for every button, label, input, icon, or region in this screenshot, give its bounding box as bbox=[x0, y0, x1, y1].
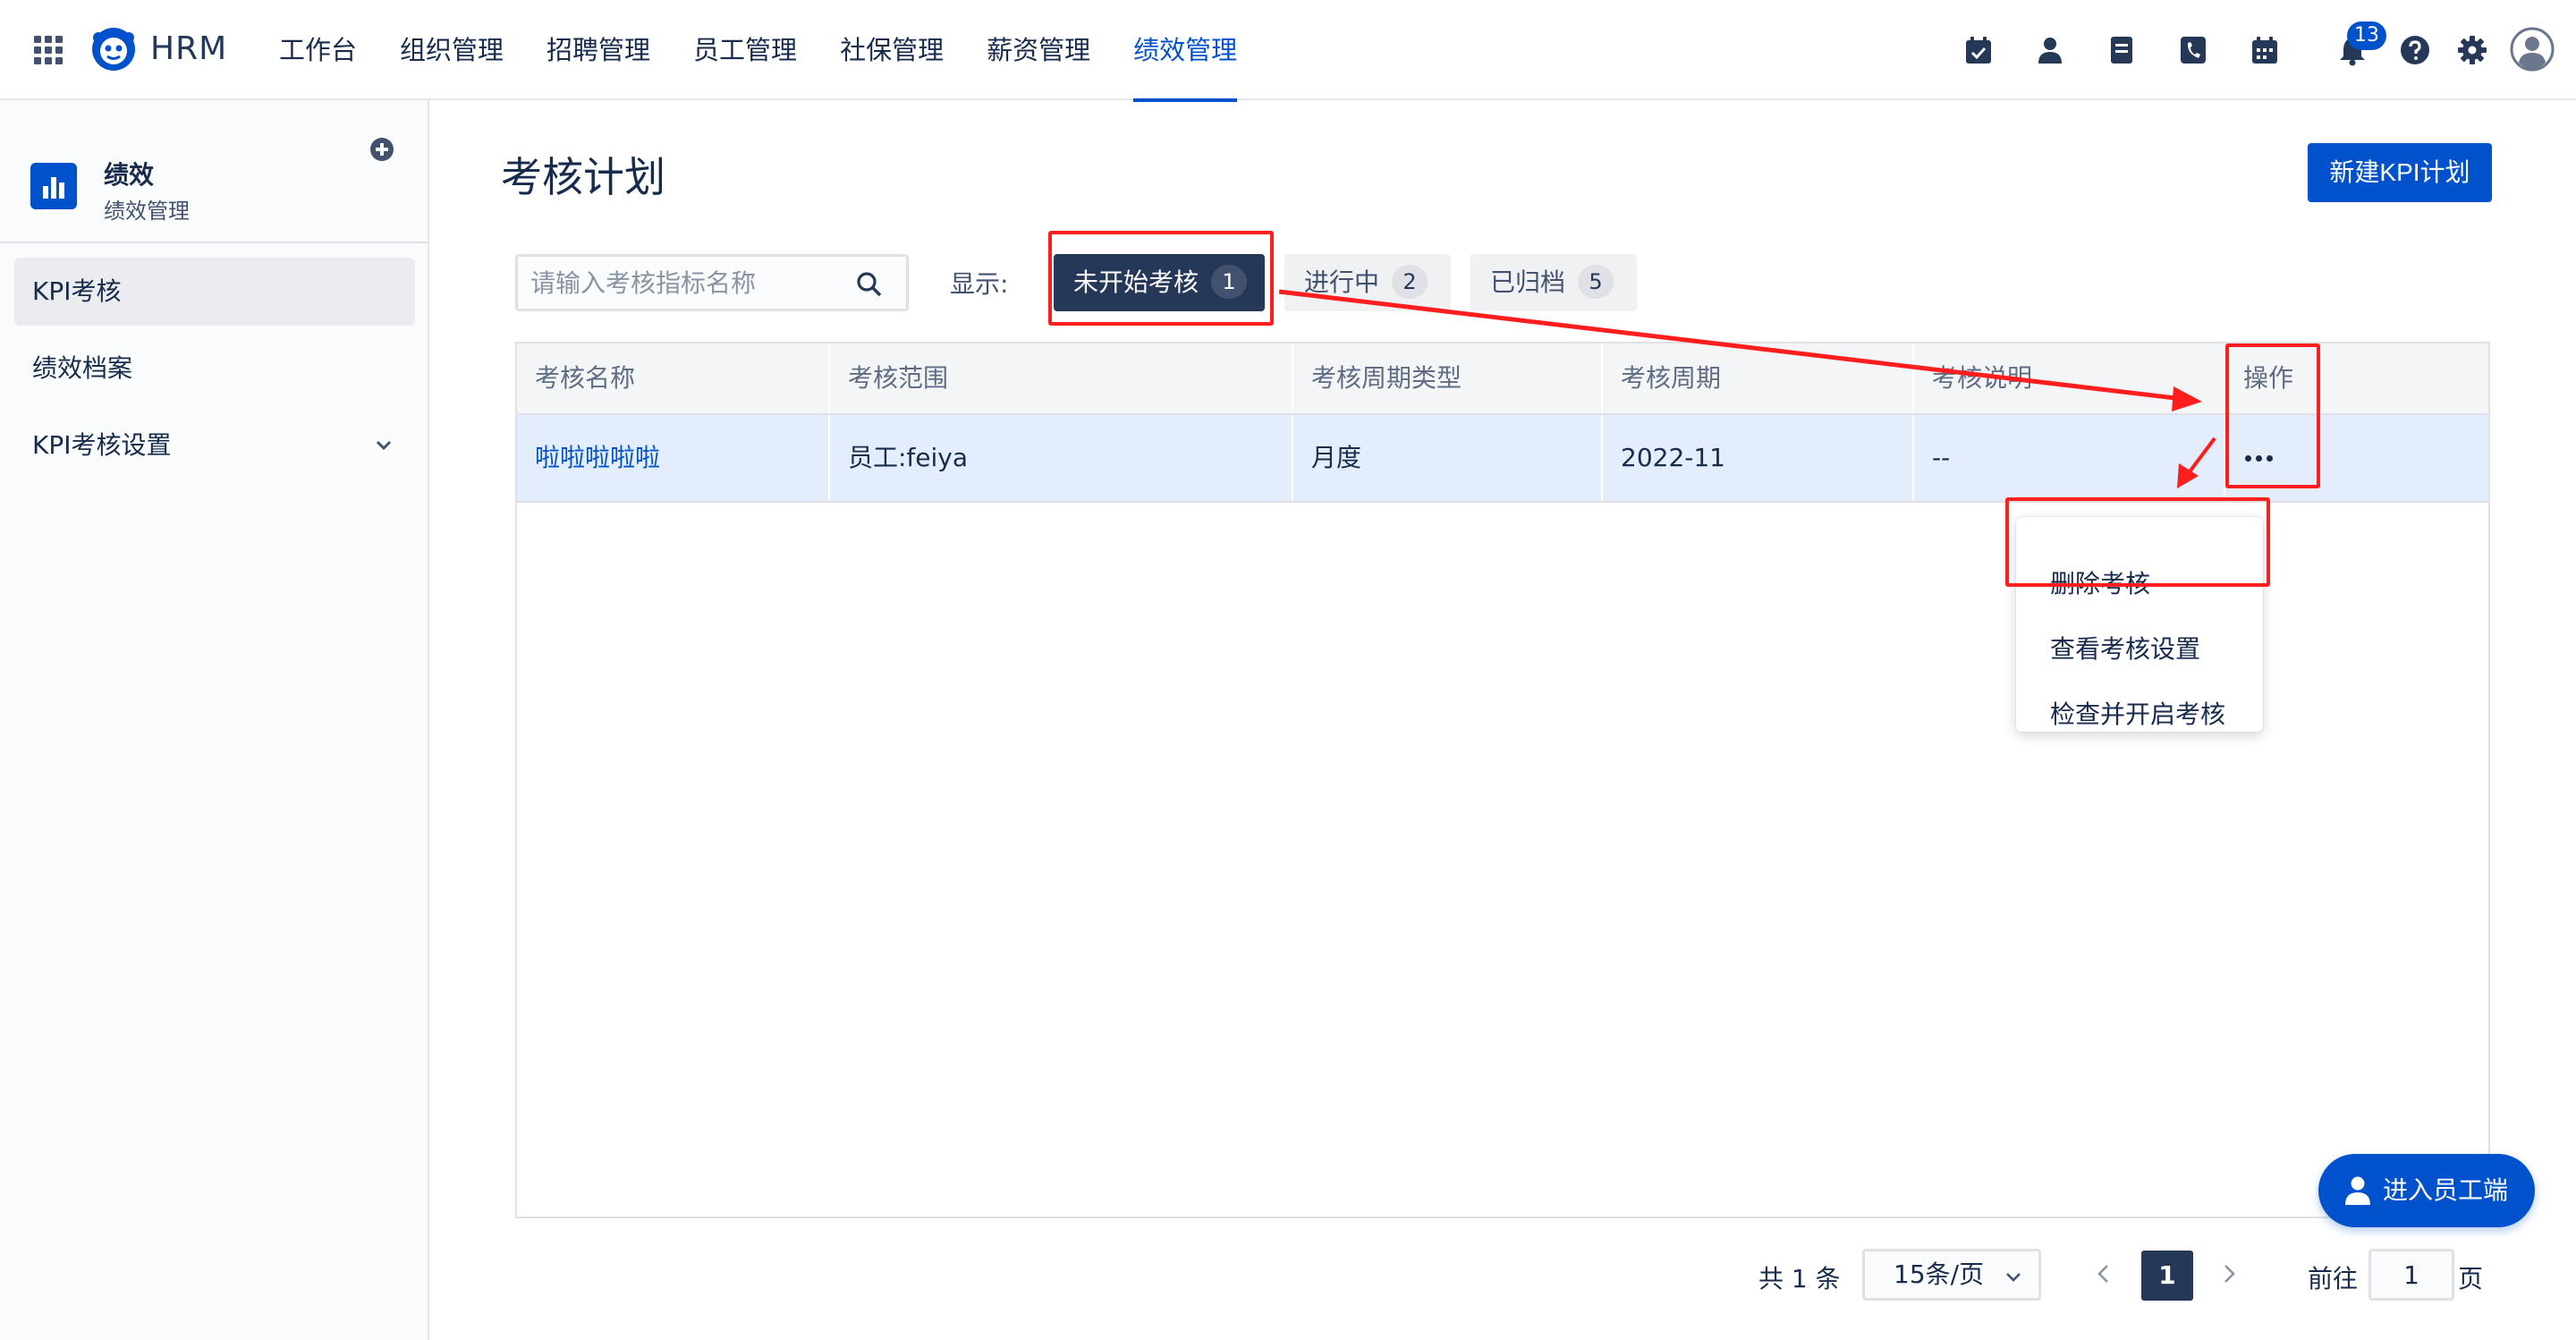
bar-chart-icon bbox=[30, 163, 77, 209]
app-switcher-icon[interactable] bbox=[34, 36, 63, 64]
filter-count-badge: 2 bbox=[1392, 265, 1428, 299]
table-header: 考核名称 考核范围 考核周期类型 考核周期 考核说明 操作 bbox=[517, 343, 2488, 415]
hrm-logo-icon bbox=[92, 28, 135, 71]
page-suffix-label: 页 bbox=[2458, 1264, 2484, 1293]
column-header: 考核周期 bbox=[1603, 343, 1914, 413]
avatar-icon[interactable] bbox=[2510, 27, 2555, 72]
page-size-select[interactable]: 15条/页 bbox=[1862, 1249, 2041, 1301]
filter-in-progress[interactable]: 进行中 2 bbox=[1284, 254, 1451, 311]
menu-item-check-and-start[interactable]: 检查并开启考核 bbox=[2016, 683, 2263, 746]
column-header: 操作 bbox=[2243, 363, 2294, 393]
filter-not-started[interactable]: 未开始考核 1 bbox=[1054, 254, 1265, 311]
sidebar-item-label: KPI考核 bbox=[32, 276, 122, 306]
plans-table: 考核名称 考核范围 考核周期类型 考核周期 考核说明 操作 啦啦啦啦啦 员工:f… bbox=[515, 342, 2490, 1218]
current-page-button[interactable]: 1 bbox=[2141, 1251, 2193, 1301]
search-icon[interactable] bbox=[856, 271, 883, 298]
person-icon[interactable] bbox=[2034, 34, 2066, 66]
row-more-actions-icon[interactable] bbox=[2241, 447, 2277, 469]
filter-label-text: 已归档 bbox=[1490, 267, 1566, 297]
search-field bbox=[515, 254, 909, 311]
filter-label: 显示: bbox=[950, 269, 1009, 299]
sidebar-item-label: 绩效档案 bbox=[32, 353, 133, 383]
next-page-icon[interactable] bbox=[2218, 1261, 2240, 1286]
plan-scope: 员工:feiya bbox=[830, 415, 1293, 501]
filter-archived[interactable]: 已归档 5 bbox=[1470, 254, 1637, 311]
sidebar-item-performance-records[interactable]: 绩效档案 bbox=[14, 335, 415, 403]
new-kpi-plan-button[interactable]: 新建KPI计划 bbox=[2308, 143, 2492, 202]
page-title: 考核计划 bbox=[501, 153, 665, 201]
employee-portal-label: 进入员工端 bbox=[2383, 1175, 2509, 1205]
document-icon[interactable] bbox=[2106, 34, 2138, 66]
plan-name-link[interactable]: 啦啦啦啦啦 bbox=[517, 415, 830, 501]
help-icon[interactable] bbox=[2399, 34, 2431, 66]
nav-payroll[interactable]: 薪资管理 bbox=[987, 0, 1090, 100]
person-icon bbox=[2345, 1176, 2370, 1205]
sidebar-title: 绩效 bbox=[104, 160, 155, 190]
main-nav: 工作台 组织管理 招聘管理 员工管理 社保管理 薪资管理 绩效管理 bbox=[279, 0, 1280, 102]
brand-name: HRM bbox=[150, 30, 228, 67]
nav-performance[interactable]: 绩效管理 bbox=[1133, 0, 1238, 102]
column-header: 考核周期类型 bbox=[1293, 343, 1603, 413]
chevron-down-icon bbox=[376, 440, 392, 451]
nav-organization[interactable]: 组织管理 bbox=[400, 0, 504, 100]
employee-portal-button[interactable]: 进入员工端 bbox=[2318, 1154, 2535, 1227]
calendar-icon[interactable] bbox=[2249, 34, 2281, 66]
pagination-total: 共 1 条 bbox=[1758, 1264, 1841, 1293]
nav-recruitment[interactable]: 招聘管理 bbox=[547, 0, 650, 100]
notification-count-badge: 13 bbox=[2347, 21, 2386, 50]
sidebar-item-label: KPI考核设置 bbox=[32, 430, 172, 460]
plan-description: -- bbox=[1914, 415, 2225, 501]
sidebar: 绩效 绩效管理 KPI考核 绩效档案 KPI考核设置 bbox=[0, 100, 429, 1340]
table-row: 啦啦啦啦啦 员工:feiya 月度 2022-11 -- bbox=[517, 415, 2488, 503]
menu-item-delete-review[interactable]: 删除考核 bbox=[2016, 553, 2263, 615]
gear-icon[interactable] bbox=[2456, 34, 2488, 66]
row-action-menu: 删除考核 查看考核设置 检查并开启考核 bbox=[2016, 517, 2263, 732]
search-input[interactable] bbox=[530, 257, 852, 309]
filter-count-badge: 1 bbox=[1211, 265, 1248, 299]
sidebar-item-kpi-settings[interactable]: KPI考核设置 bbox=[14, 411, 415, 479]
filter-label-text: 进行中 bbox=[1304, 267, 1380, 297]
column-header: 考核范围 bbox=[830, 343, 1293, 413]
page-size-value: 15条/页 bbox=[1894, 1259, 1985, 1289]
filter-label-text: 未开始考核 bbox=[1073, 267, 1199, 297]
nav-employees[interactable]: 员工管理 bbox=[693, 0, 797, 100]
calendar-check-icon[interactable] bbox=[1962, 34, 1995, 66]
nav-workbench[interactable]: 工作台 bbox=[279, 0, 357, 100]
nav-social-security[interactable]: 社保管理 bbox=[840, 0, 944, 100]
filter-count-badge: 5 bbox=[1578, 265, 1614, 299]
phone-icon[interactable] bbox=[2177, 34, 2209, 66]
sidebar-header: 绩效 绩效管理 bbox=[0, 100, 428, 243]
add-circle-icon[interactable] bbox=[369, 136, 395, 163]
column-header: 考核名称 bbox=[517, 343, 830, 413]
goto-page-input[interactable] bbox=[2368, 1249, 2454, 1301]
goto-label: 前往 bbox=[2308, 1264, 2359, 1293]
menu-item-view-settings[interactable]: 查看考核设置 bbox=[2016, 618, 2263, 681]
plan-period-type: 月度 bbox=[1293, 415, 1603, 501]
sidebar-subtitle: 绩效管理 bbox=[104, 199, 190, 224]
sidebar-item-kpi-review[interactable]: KPI考核 bbox=[14, 258, 415, 326]
prev-page-icon[interactable] bbox=[2093, 1261, 2114, 1286]
chevron-down-icon bbox=[2006, 1273, 2021, 1282]
plan-period: 2022-11 bbox=[1603, 415, 1914, 501]
column-header: 考核说明 bbox=[1914, 343, 2225, 413]
top-navigation-bar: HRM 工作台 组织管理 招聘管理 员工管理 社保管理 薪资管理 绩效管理 13 bbox=[0, 0, 2576, 102]
